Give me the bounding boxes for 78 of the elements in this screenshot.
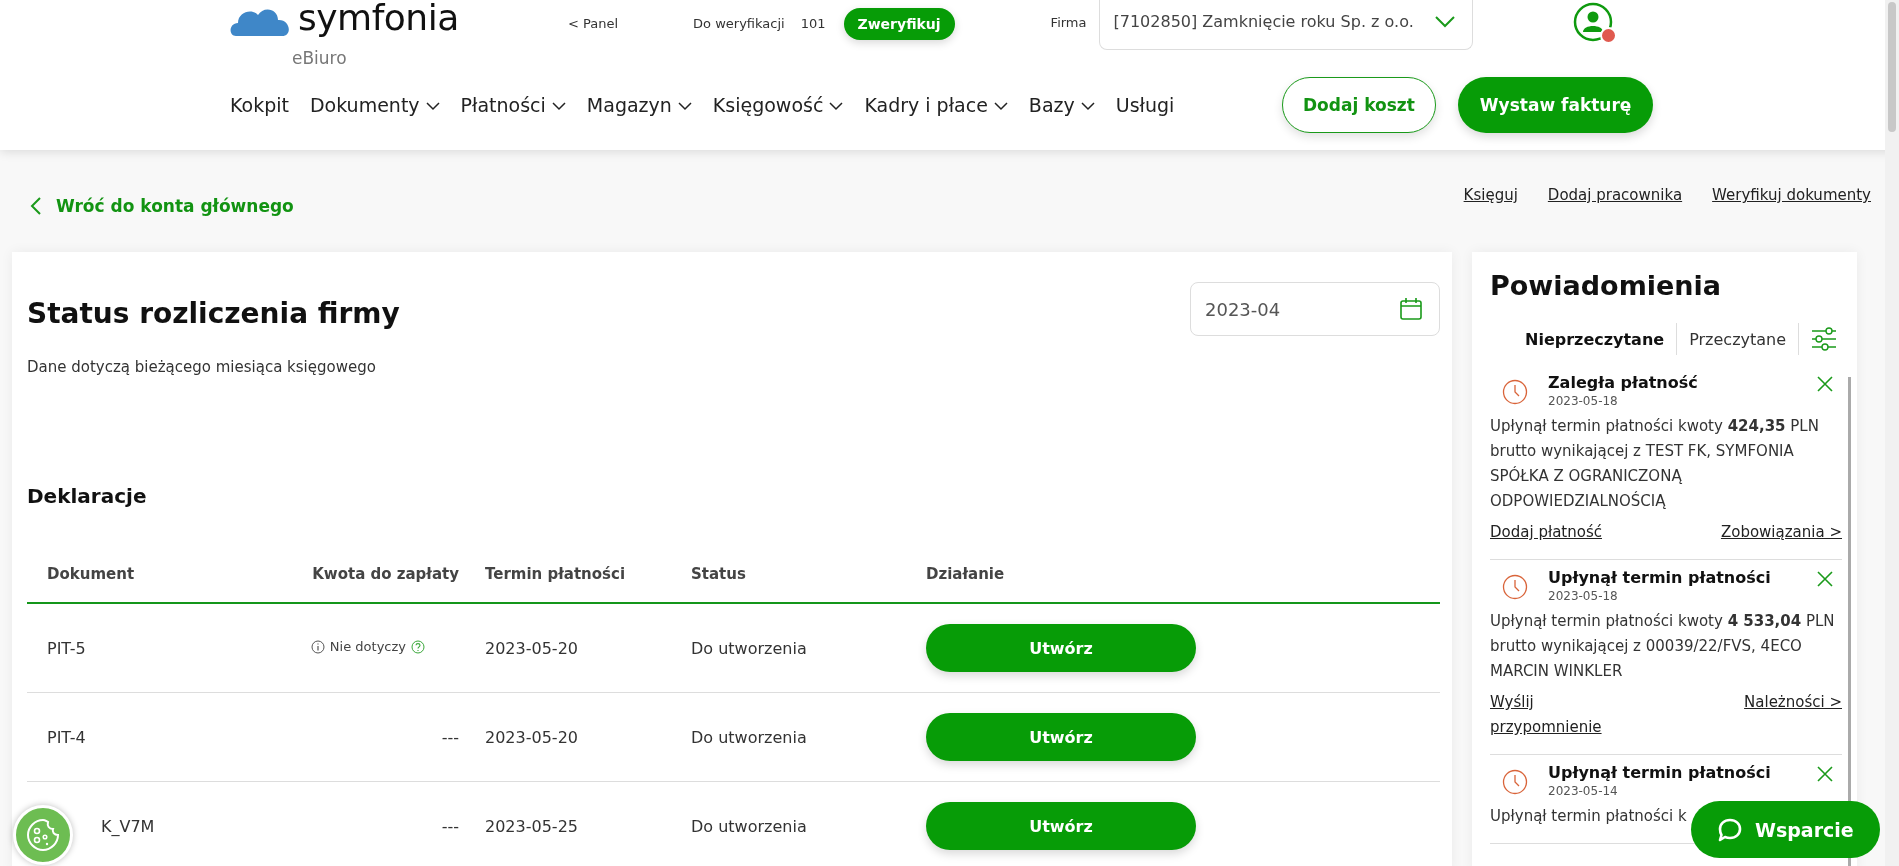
- notification-tab[interactable]: Przeczytane: [1689, 329, 1787, 349]
- quick-link[interactable]: Dodaj pracownika: [1547, 186, 1683, 204]
- column-header: Termin płatności: [485, 546, 691, 603]
- nav-menu-item[interactable]: Kadry i płace: [864, 94, 1008, 116]
- chevron-down-icon: [1433, 14, 1456, 29]
- table-cell: PIT-4: [27, 692, 234, 782]
- nav-menu-item[interactable]: Płatności: [460, 94, 566, 116]
- verification-count: 101: [800, 16, 826, 31]
- info-icon: [310, 639, 325, 654]
- notification-action-link[interactable]: Zobowiązania >: [1720, 520, 1842, 545]
- month-picker-field[interactable]: 2023-04: [1190, 282, 1440, 336]
- table-cell: 2023-05-20: [485, 692, 691, 782]
- nav-menu-item[interactable]: Dokumenty: [309, 94, 440, 116]
- notification-text: Upłynął termin płatności kwoty 4 533,04 PLN brutto wynikającej z 00039/22/FVS, 4ECO MARCIN WINKLER: [1490, 611, 1836, 682]
- filter-settings-icon[interactable]: [1811, 327, 1838, 351]
- verify-button[interactable]: Zweryfikuj: [843, 8, 955, 40]
- notification-action-link[interactable]: Wyślij przypomnienie: [1490, 690, 1630, 740]
- notification-date: 2023-05-14: [1548, 784, 1619, 798]
- company-label: Firma: [1050, 15, 1087, 30]
- table-cell: ---: [234, 692, 485, 782]
- panel-title: Powiadomienia: [1490, 270, 1723, 301]
- panel-link[interactable]: < Panel: [568, 16, 619, 31]
- table-cell: 2023-05-25: [485, 781, 691, 866]
- card-subtitle: Dane dotyczą bieżącego miesiąca księgowego: [27, 358, 377, 376]
- logo-text: symfonia: [298, 0, 459, 36]
- issue-invoice-button[interactable]: Wystaw fakturę: [1457, 77, 1654, 133]
- clock-icon: [1502, 769, 1528, 795]
- table-cell: Nie dotyczy: [329, 639, 406, 654]
- nav-menu-item[interactable]: Bazy: [1028, 94, 1095, 116]
- create-button[interactable]: Utwórz: [926, 624, 1196, 672]
- help-icon[interactable]: [411, 639, 425, 654]
- nav-menu-item[interactable]: Magazyn: [586, 94, 692, 116]
- support-chat-button[interactable]: Wsparcie: [1691, 801, 1880, 858]
- clock-icon: [1502, 574, 1528, 600]
- add-cost-button[interactable]: Dodaj koszt: [1282, 77, 1436, 133]
- section-title: Deklaracje: [27, 484, 148, 508]
- nav-menu-item[interactable]: Kokpit: [230, 94, 289, 116]
- column-header: Działanie: [926, 546, 1440, 603]
- table-cell: Do utworzenia: [691, 692, 926, 782]
- page-scrollbar[interactable]: [1885, 0, 1899, 866]
- chat-bubble-icon: [1717, 816, 1743, 843]
- create-button[interactable]: Utwórz: [926, 802, 1196, 850]
- verification-label: Do weryfikacji: [693, 16, 785, 31]
- notification-title: Upłynął termin płatności: [1548, 763, 1772, 782]
- cloud-icon: [230, 6, 292, 36]
- chevron-left-icon: [30, 197, 42, 215]
- column-header: Dokument: [27, 546, 234, 603]
- notification-tab[interactable]: Nieprzeczytane: [1525, 329, 1665, 349]
- column-header: Status: [691, 546, 926, 603]
- back-link[interactable]: Wróć do konta głównego: [30, 196, 294, 216]
- cookie-icon: [25, 817, 61, 853]
- company-select[interactable]: [7102850] Zamknięcie roku Sp. z o.o.: [1098, 0, 1473, 50]
- card-title: Status rozliczenia firmy: [27, 296, 400, 330]
- clock-icon: [1502, 379, 1528, 405]
- notification-text: Upłynął termin płatności kwoty 424,35 PLN brutto wynikającej z TEST FK, SYMFONIA SPÓŁKA Z OGRANICZONĄ ODPOWIEDZIALNOŚCIĄ: [1490, 416, 1820, 512]
- table-cell: PIT-5: [27, 603, 234, 693]
- calendar-icon: [1399, 297, 1423, 321]
- table-cell: 2023-05-20: [485, 603, 691, 693]
- table-cell: ---: [234, 781, 485, 866]
- table-cell: Do utworzenia: [691, 781, 926, 866]
- nav-menu-item[interactable]: Usługi: [1115, 94, 1175, 116]
- close-icon[interactable]: [1816, 570, 1834, 588]
- notification-text: Upłynął termin płatności k: [1490, 806, 1688, 827]
- notification-date: 2023-05-18: [1548, 394, 1619, 408]
- quick-link[interactable]: Weryfikuj dokumenty: [1712, 186, 1871, 204]
- notification-title: Zaległa płatność: [1548, 373, 1699, 392]
- nav-menu-item[interactable]: Księgowość: [712, 94, 844, 116]
- close-icon[interactable]: [1816, 375, 1834, 393]
- close-icon[interactable]: [1816, 765, 1834, 783]
- quick-link[interactable]: Księguj: [1463, 186, 1518, 204]
- notification-action-link[interactable]: Dodaj płatność: [1490, 520, 1602, 545]
- notification-date: 2023-05-18: [1548, 589, 1619, 603]
- product-name: eBiuro: [292, 48, 348, 68]
- create-button[interactable]: Utwórz: [926, 713, 1196, 761]
- notification-action-link[interactable]: Należności >: [1744, 690, 1842, 715]
- column-header: Kwota do zapłaty: [234, 546, 485, 603]
- notification-title: Upłynął termin płatności: [1548, 568, 1772, 587]
- table-cell: Do utworzenia: [691, 603, 926, 693]
